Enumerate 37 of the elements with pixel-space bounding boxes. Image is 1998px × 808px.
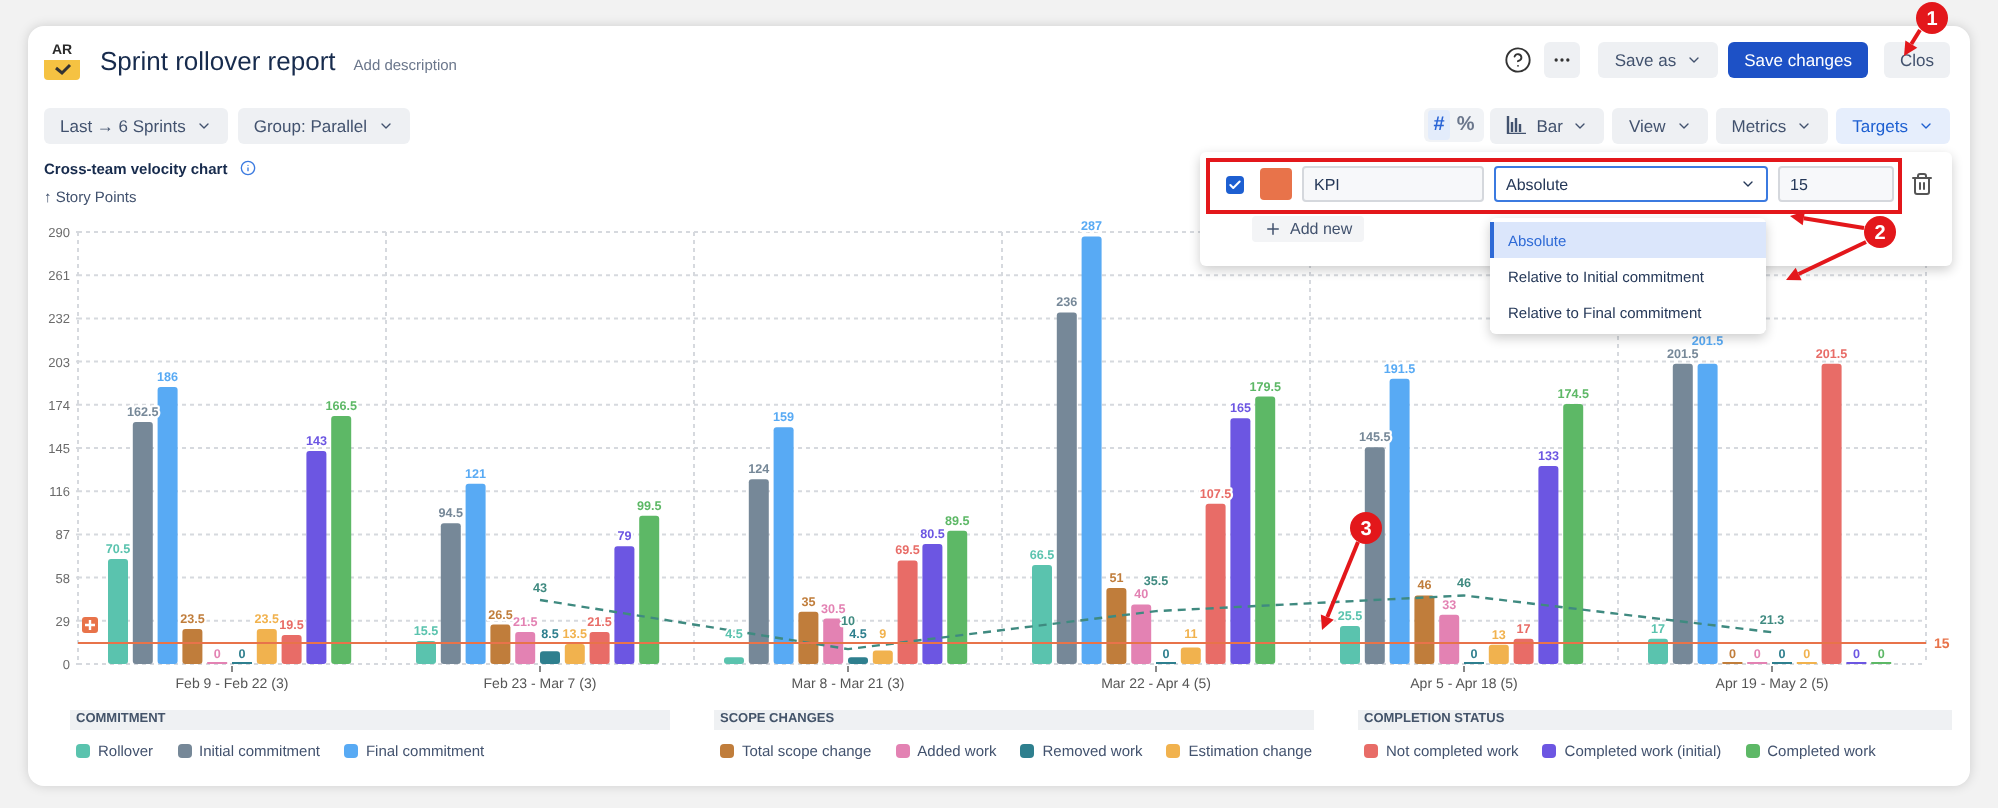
toolbar-dropdown[interactable]: Metrics bbox=[1715, 107, 1829, 143]
callout-number: 1 bbox=[1926, 9, 1938, 31]
toolbar-dropdown[interactable]: Bar bbox=[1490, 107, 1605, 143]
target-name-field[interactable]: KPI bbox=[1302, 166, 1484, 202]
target-marker-icon bbox=[82, 617, 98, 633]
chevron-down-icon bbox=[1686, 52, 1703, 68]
callout-arrow bbox=[1320, 541, 1360, 630]
logo-check-icon bbox=[44, 59, 80, 79]
color-picker[interactable] bbox=[1260, 168, 1292, 200]
bar-chart-icon bbox=[1506, 116, 1527, 134]
toolbar-dropdown[interactable]: View bbox=[1612, 107, 1708, 143]
filter-dropdown[interactable]: Group: Parallel bbox=[237, 107, 410, 143]
callout-arrow bbox=[1904, 28, 1922, 56]
help-icon[interactable] bbox=[1500, 42, 1537, 78]
delete-icon[interactable] bbox=[1910, 172, 1934, 196]
target-value-field[interactable]: 15 bbox=[1778, 166, 1894, 202]
dropdown-button[interactable]: Save as bbox=[1598, 42, 1719, 78]
toolbar-dropdown[interactable]: Targets bbox=[1836, 107, 1950, 143]
callout-badge bbox=[1350, 512, 1382, 544]
unit-toggle[interactable]: % bbox=[1450, 110, 1481, 140]
target-mode-select[interactable]: Absolute bbox=[1494, 166, 1768, 202]
callout-arrow bbox=[1790, 211, 1865, 230]
report-title: Sprint rollover report bbox=[100, 45, 336, 75]
chevron-down-icon bbox=[1740, 176, 1756, 192]
callout-arrow bbox=[1786, 240, 1867, 281]
primary-button[interactable]: Save changes bbox=[1728, 42, 1868, 78]
header-button[interactable]: Clos bbox=[1883, 42, 1950, 78]
plus-icon bbox=[1264, 220, 1282, 238]
callout-badge bbox=[1864, 216, 1896, 248]
callout-number: 2 bbox=[1874, 223, 1886, 245]
unit-toggle[interactable]: # bbox=[1427, 110, 1451, 140]
info-icon[interactable] bbox=[239, 160, 256, 176]
checkbox[interactable] bbox=[1226, 175, 1244, 193]
callout-number: 3 bbox=[1360, 519, 1372, 541]
filter-dropdown[interactable]: Last → 6 Sprints bbox=[44, 107, 228, 143]
add-new-button[interactable]: Add new bbox=[1252, 216, 1365, 242]
callout-badge bbox=[1916, 2, 1948, 34]
